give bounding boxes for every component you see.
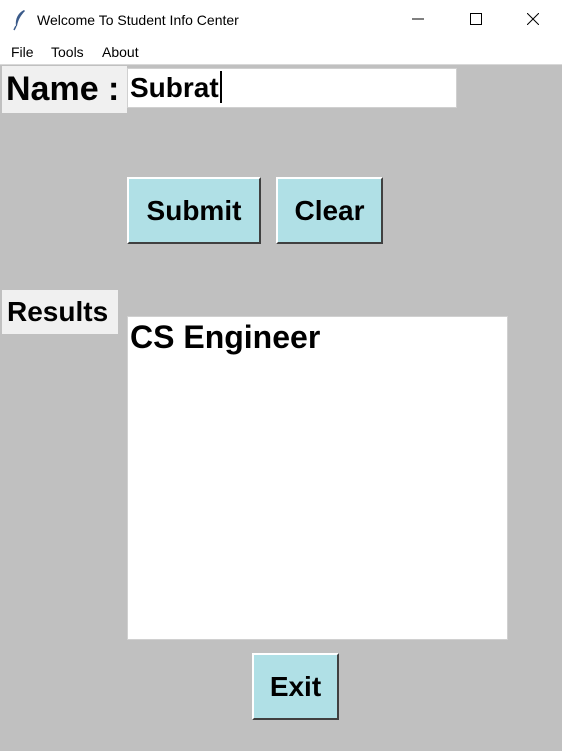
close-button[interactable] bbox=[504, 0, 562, 42]
results-label: Results bbox=[2, 290, 118, 334]
minimize-button[interactable] bbox=[389, 0, 447, 42]
maximize-button[interactable] bbox=[447, 0, 505, 42]
minimize-icon bbox=[412, 12, 424, 30]
menu-about[interactable]: About bbox=[102, 44, 139, 60]
exit-button[interactable]: Exit bbox=[252, 653, 339, 720]
submit-button[interactable]: Submit bbox=[127, 177, 261, 244]
text-caret bbox=[219, 71, 222, 103]
close-icon bbox=[526, 12, 540, 30]
name-input[interactable]: Subrat bbox=[127, 68, 457, 108]
title-bar: Welcome To Student Info Center bbox=[0, 0, 562, 43]
menu-tools[interactable]: Tools bbox=[51, 44, 84, 60]
menu-file[interactable]: File bbox=[11, 44, 34, 60]
results-textbox[interactable]: CS Engineer bbox=[127, 316, 508, 640]
window-title: Welcome To Student Info Center bbox=[37, 12, 239, 28]
name-label: Name : bbox=[2, 66, 127, 113]
maximize-icon bbox=[470, 12, 482, 30]
clear-button[interactable]: Clear bbox=[276, 177, 383, 244]
name-input-value: Subrat bbox=[130, 72, 219, 103]
menu-bar: File Tools About bbox=[0, 42, 562, 65]
results-text: CS Engineer bbox=[130, 319, 321, 355]
feather-icon bbox=[12, 9, 28, 31]
